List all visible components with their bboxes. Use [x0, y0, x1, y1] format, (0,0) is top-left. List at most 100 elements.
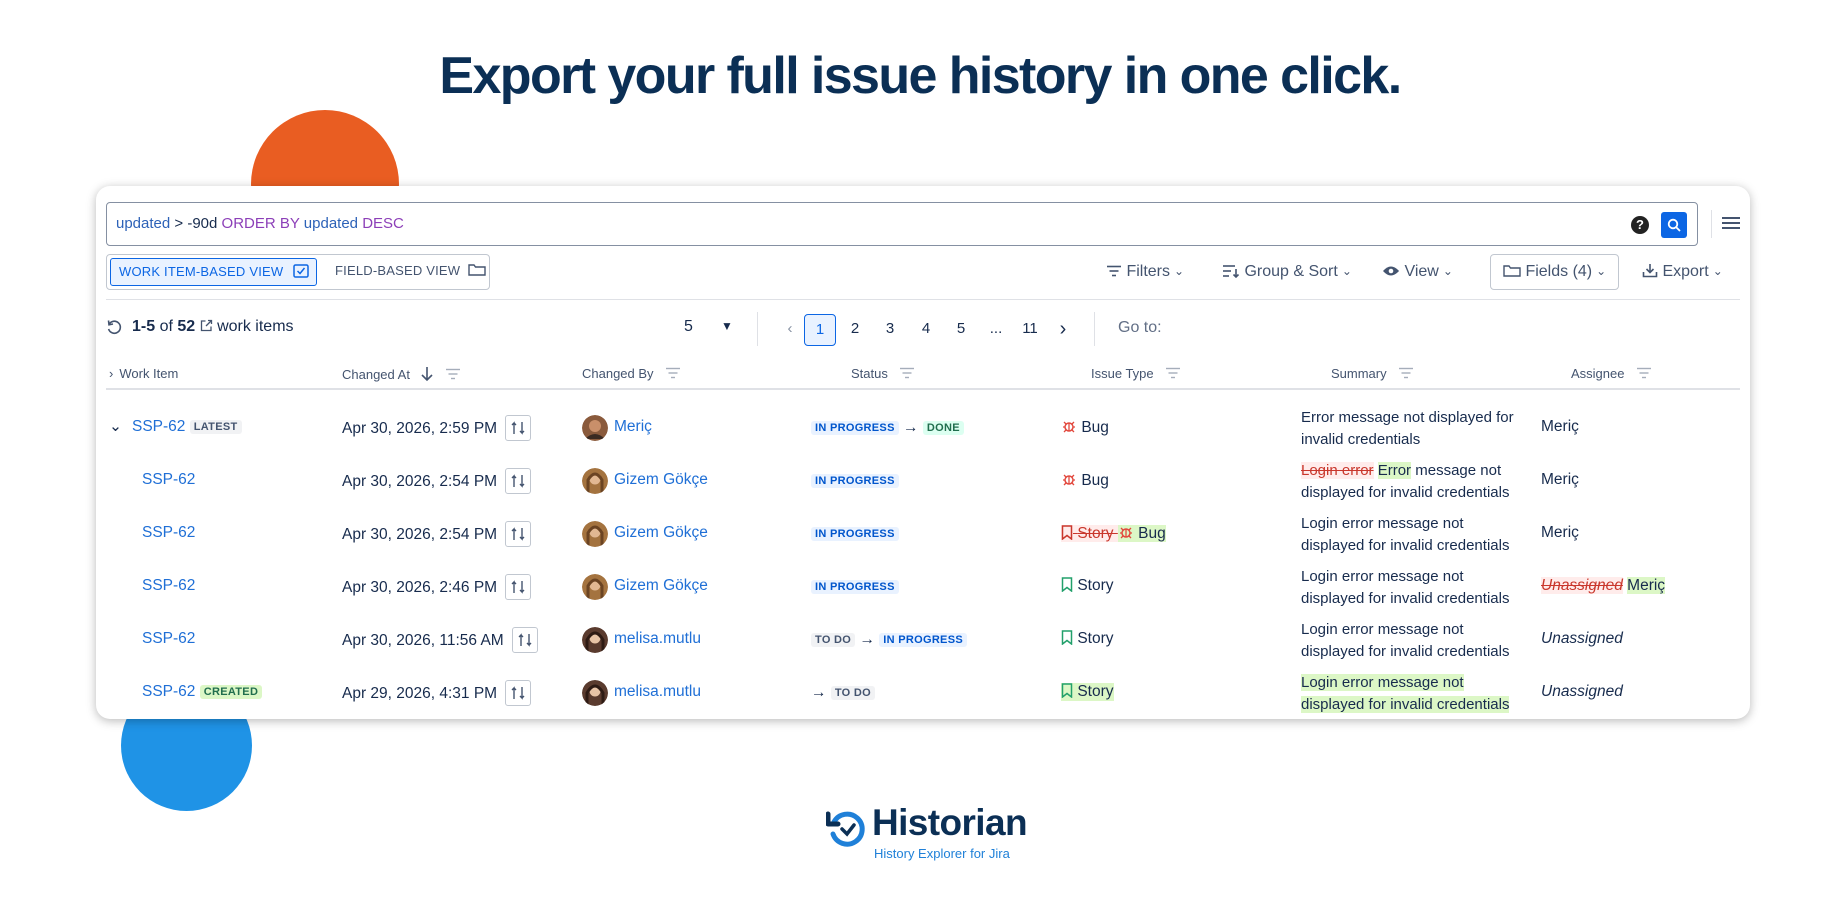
- export-dropdown[interactable]: Export ⌄: [1642, 254, 1723, 290]
- created-badge: CREATED: [199, 685, 263, 699]
- status-to-badge: IN PROGRESS: [879, 633, 967, 647]
- result-total: 52: [177, 318, 196, 335]
- compare-button[interactable]: [505, 415, 532, 441]
- column-changed-at[interactable]: Changed At: [342, 366, 461, 382]
- chevron-down-icon[interactable]: ▼: [721, 319, 733, 333]
- page-5-button[interactable]: 5: [949, 314, 973, 346]
- external-link-icon[interactable]: [200, 319, 213, 332]
- collapse-chevron-icon[interactable]: ⌄: [109, 417, 122, 436]
- compare-button[interactable]: [505, 468, 532, 494]
- page-4-button[interactable]: 4: [914, 314, 938, 346]
- view-dropdown[interactable]: View ⌄: [1382, 254, 1453, 290]
- column-status[interactable]: Status: [851, 366, 915, 381]
- filters-dropdown[interactable]: Filters ⌄: [1106, 254, 1184, 290]
- compare-arrows-icon: [518, 633, 532, 647]
- arrow-right-icon: →: [903, 419, 919, 436]
- table-row[interactable]: ⌄ SSP-62 LATEST Apr 30, 2026, 2:59 PM Me…: [106, 403, 1740, 455]
- table-row[interactable]: SSP-62 Apr 30, 2026, 2:54 PM Gizem Gökçe…: [106, 456, 1740, 508]
- help-icon[interactable]: ?: [1631, 216, 1649, 234]
- column-changed-at-label: Changed At: [342, 367, 410, 382]
- folder-icon: [1503, 265, 1521, 277]
- query-value: -90d: [187, 215, 218, 232]
- bookmark-icon: [1061, 683, 1073, 699]
- go-to-page-input[interactable]: Go to:: [1118, 319, 1162, 337]
- filter-icon[interactable]: [899, 367, 915, 379]
- sort-descending-icon[interactable]: [420, 366, 434, 382]
- filter-icon[interactable]: [665, 367, 681, 379]
- changed-by-link[interactable]: Gizem Gökçe: [614, 524, 708, 542]
- fields-label: Fields (4): [1525, 263, 1593, 280]
- status-badge: IN PROGRESS: [811, 527, 899, 541]
- filter-icon[interactable]: [1636, 367, 1652, 379]
- compare-button[interactable]: [505, 521, 532, 547]
- work-item-link[interactable]: SSP-62: [142, 471, 195, 488]
- page-1-button[interactable]: 1: [804, 314, 836, 346]
- page-ellipsis: ...: [989, 320, 1003, 337]
- filter-icon[interactable]: [1165, 367, 1181, 379]
- fields-dropdown[interactable]: Fields (4) ⌄: [1490, 254, 1620, 290]
- work-item-link[interactable]: SSP-62: [142, 683, 195, 700]
- page-2-button[interactable]: 2: [843, 314, 867, 346]
- work-item-link[interactable]: SSP-62: [142, 577, 195, 594]
- changed-at-cell: Apr 30, 2026, 11:56 AM: [342, 627, 539, 654]
- page-headline: Export your full issue history in one cl…: [439, 47, 1402, 105]
- changed-at-text: Apr 30, 2026, 2:54 PM: [342, 473, 498, 491]
- hamburger-menu-icon[interactable]: [1722, 214, 1740, 234]
- result-range: 1-5: [132, 318, 156, 335]
- table-row[interactable]: SSP-62 Apr 30, 2026, 11:56 AM melisa.mut…: [106, 615, 1740, 667]
- table-row[interactable]: SSP-62 CREATED Apr 29, 2026, 4:31 PM mel…: [106, 668, 1740, 719]
- bookmark-icon: [1061, 577, 1073, 593]
- filters-label: Filters: [1126, 263, 1171, 280]
- column-summary-label: Summary: [1331, 366, 1387, 381]
- prev-page-button[interactable]: ‹: [778, 314, 802, 346]
- page-11-button[interactable]: 11: [1018, 314, 1042, 346]
- filter-icon[interactable]: [1398, 367, 1414, 379]
- group-sort-dropdown[interactable]: Group & Sort ⌄: [1222, 254, 1352, 290]
- page-3-button[interactable]: 3: [878, 314, 902, 346]
- column-assignee[interactable]: Assignee: [1571, 366, 1652, 381]
- table-row[interactable]: SSP-62 Apr 30, 2026, 2:54 PM Gizem Gökçe…: [106, 509, 1740, 561]
- work-item-link[interactable]: SSP-62: [132, 418, 185, 435]
- changed-at-text: Apr 30, 2026, 2:46 PM: [342, 579, 498, 597]
- query-operator: >: [174, 215, 184, 232]
- column-issue-type[interactable]: Issue Type: [1091, 366, 1181, 381]
- status-cell: IN PROGRESS: [811, 578, 899, 596]
- column-changed-by[interactable]: Changed By: [582, 366, 681, 381]
- search-button[interactable]: [1661, 212, 1687, 238]
- summary-added-text: Login error message not displayed for in…: [1301, 674, 1510, 713]
- filter-icon[interactable]: [445, 368, 461, 380]
- pager-separator: [1094, 312, 1095, 346]
- status-to-badge: TO DO: [830, 686, 875, 700]
- toolbar: WORK ITEM-BASED VIEW FIELD-BASED VIEW Fi…: [106, 254, 1738, 290]
- refresh-icon[interactable]: [106, 319, 123, 336]
- changed-by-link[interactable]: melisa.mutlu: [614, 630, 701, 648]
- eye-icon: [1383, 266, 1399, 276]
- toolbar-divider: [106, 299, 1740, 300]
- changed-by-link[interactable]: Gizem Gökçe: [614, 471, 708, 489]
- table-row[interactable]: SSP-62 Apr 30, 2026, 2:46 PM Gizem Gökçe…: [106, 562, 1740, 614]
- field-view-button[interactable]: FIELD-BASED VIEW: [327, 258, 494, 286]
- work-item-view-button[interactable]: WORK ITEM-BASED VIEW: [110, 258, 317, 286]
- changed-by-link[interactable]: Gizem Gökçe: [614, 577, 708, 595]
- jql-query-input[interactable]: updated > -90d ORDER BY updated DESC ?: [106, 202, 1698, 246]
- field-view-label: FIELD-BASED VIEW: [335, 263, 461, 278]
- table-header: › Work Item Changed At Changed By Status …: [106, 356, 1740, 390]
- status-transition: TO DO → IN PROGRESS: [811, 631, 967, 649]
- changed-by-link[interactable]: melisa.mutlu: [614, 683, 701, 701]
- work-item-link[interactable]: SSP-62: [142, 524, 195, 541]
- chevron-down-icon: ⌄: [1174, 264, 1185, 278]
- assignee-cell: Meriç: [1541, 418, 1579, 435]
- chevron-right-icon[interactable]: ›: [109, 366, 113, 381]
- column-summary[interactable]: Summary: [1331, 366, 1414, 381]
- work-item-link[interactable]: SSP-62: [142, 630, 195, 647]
- changed-by-link[interactable]: Meriç: [614, 418, 652, 436]
- compare-button[interactable]: [512, 627, 539, 653]
- chevron-down-icon: ⌄: [1442, 264, 1453, 278]
- compare-button[interactable]: [505, 574, 532, 600]
- folder-icon: [468, 264, 486, 276]
- per-page-select[interactable]: 5: [684, 318, 693, 336]
- latest-badge: LATEST: [189, 420, 242, 434]
- compare-button[interactable]: [505, 680, 532, 706]
- next-page-button[interactable]: ›: [1051, 314, 1075, 346]
- column-work-item[interactable]: › Work Item: [109, 366, 178, 381]
